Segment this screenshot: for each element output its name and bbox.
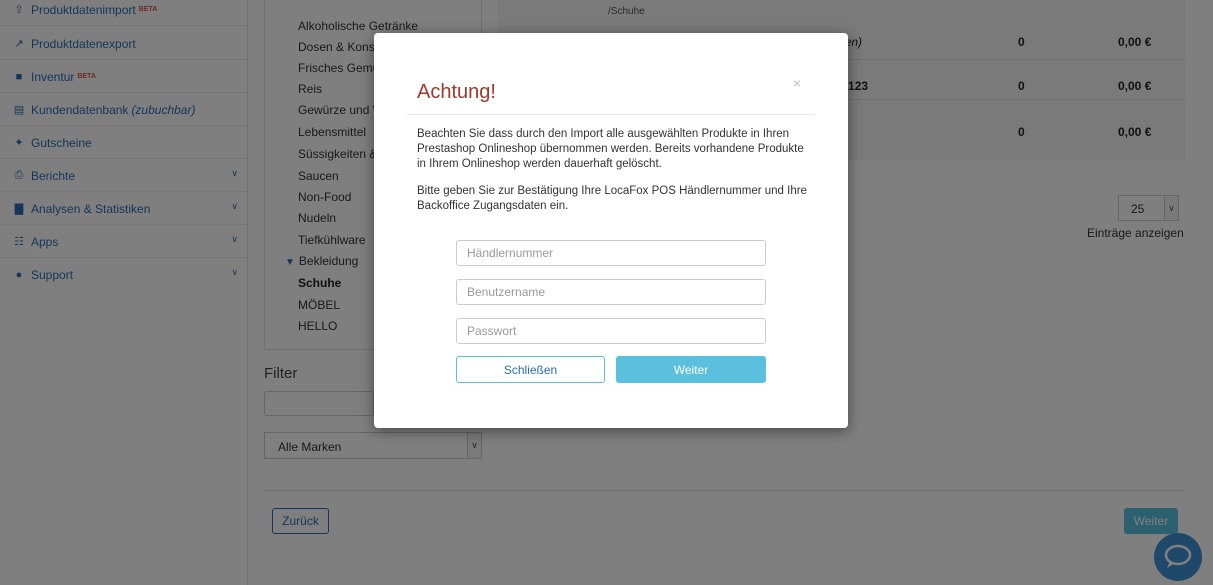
close-button[interactable]: Schließen: [456, 356, 605, 383]
dialog-divider: [407, 114, 815, 115]
merchant-number-field[interactable]: [456, 240, 766, 266]
username-field[interactable]: [456, 279, 766, 305]
instruction-text: Bitte geben Sie zur Bestätigung Ihre Loc…: [417, 185, 807, 212]
password-field[interactable]: [456, 318, 766, 344]
confirm-import-dialog: Achtung! × Beachten Sie dass durch den I…: [374, 33, 848, 428]
close-icon[interactable]: ×: [793, 75, 801, 91]
dialog-title: Achtung!: [417, 81, 496, 103]
warning-text: Beachten Sie dass durch den Import alle …: [417, 128, 804, 170]
continue-button[interactable]: Weiter: [616, 356, 766, 383]
